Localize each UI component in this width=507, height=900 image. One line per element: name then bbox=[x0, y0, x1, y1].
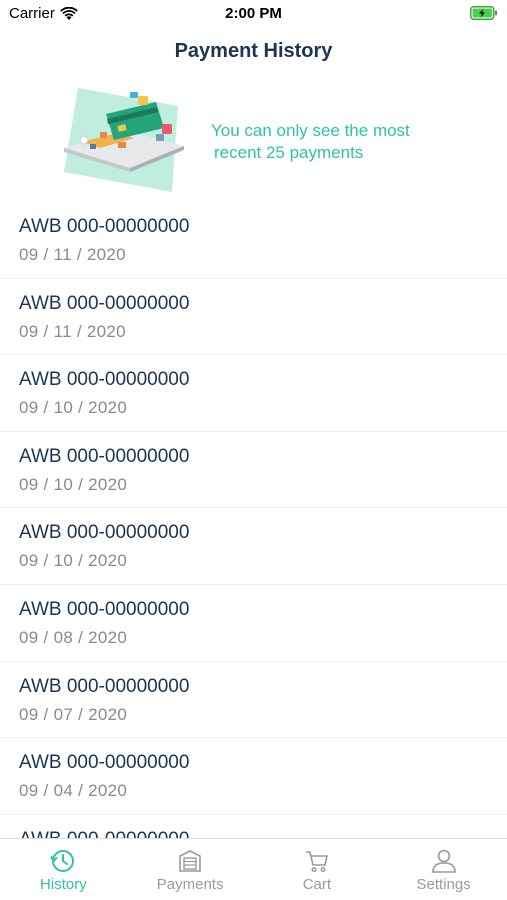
tab-settings[interactable]: Settings bbox=[380, 839, 507, 900]
awb-number: AWB 000-00000000 bbox=[19, 445, 190, 467]
person-icon bbox=[430, 847, 458, 875]
payment-row[interactable]: AWB 000-00000000 09 / 04 / 2020 bbox=[0, 738, 507, 815]
payment-limit-notice: You can only see the most recent 25 paym… bbox=[211, 120, 410, 164]
payment-date: 09 / 10 / 2020 bbox=[19, 474, 128, 494]
payment-date: 09 / 10 / 2020 bbox=[19, 551, 128, 571]
awb-number: AWB 000-00000000 bbox=[19, 522, 190, 544]
tab-history[interactable]: History bbox=[0, 839, 127, 900]
awb-number: AWB 000-00000000 bbox=[19, 216, 190, 237]
awb-number: AWB 000-00000000 bbox=[19, 292, 190, 314]
payment-date: 09 / 11 / 2020 bbox=[19, 245, 126, 264]
clock-icon bbox=[49, 847, 77, 875]
awb-number: AWB 000-00000000 bbox=[19, 369, 190, 391]
payment-row[interactable]: AWB 000-00000000 bbox=[0, 815, 507, 838]
payment-date: 09 / 04 / 2020 bbox=[19, 781, 128, 801]
awb-number: AWB 000-00000000 bbox=[19, 675, 190, 697]
tab-label: Payments bbox=[156, 876, 224, 893]
payment-date: 09 / 11 / 2020 bbox=[19, 321, 126, 341]
payment-date: 09 / 08 / 2020 bbox=[19, 627, 128, 647]
payment-row[interactable]: AWB 000-00000000 09 / 10 / 2020 bbox=[0, 355, 507, 432]
tab-cart[interactable]: Cart bbox=[254, 839, 381, 900]
bottom-tab-bar: History Payments Cart Settings bbox=[0, 838, 507, 900]
payment-illustration-icon bbox=[64, 88, 184, 192]
archive-box-icon bbox=[176, 847, 204, 875]
awb-number: AWB 000-00000000 bbox=[19, 598, 190, 620]
payment-history-list[interactable]: AWB 000-00000000 09 / 11 / 2020 AWB 000-… bbox=[0, 202, 507, 838]
status-bar: Carrier 2:00 PM bbox=[0, 0, 507, 28]
notice-line-1: You can only see the most bbox=[211, 121, 410, 140]
payment-date: 09 / 07 / 2020 bbox=[19, 704, 128, 724]
notice-line-2: recent 25 payments bbox=[214, 143, 364, 162]
payment-row[interactable]: AWB 000-00000000 09 / 08 / 2020 bbox=[0, 585, 507, 662]
awb-number: AWB 000-00000000 bbox=[19, 752, 190, 774]
cart-icon bbox=[303, 847, 331, 875]
payment-row[interactable]: AWB 000-00000000 09 / 07 / 2020 bbox=[0, 662, 507, 739]
page-title: Payment History bbox=[174, 40, 333, 62]
battery-charging-icon bbox=[470, 6, 497, 20]
payment-row[interactable]: AWB 000-00000000 09 / 11 / 2020 bbox=[0, 279, 507, 356]
payment-row[interactable]: AWB 000-00000000 09 / 11 / 2020 bbox=[0, 202, 507, 279]
tab-payments[interactable]: Payments bbox=[127, 839, 254, 900]
info-banner: You can only see the most recent 25 paym… bbox=[0, 84, 507, 196]
tab-label: Cart bbox=[302, 876, 332, 893]
payment-row[interactable]: AWB 000-00000000 09 / 10 / 2020 bbox=[0, 432, 507, 509]
tab-label: Settings bbox=[416, 876, 471, 893]
payment-date: 09 / 10 / 2020 bbox=[19, 398, 128, 418]
tab-label: History bbox=[40, 876, 87, 893]
payment-row[interactable]: AWB 000-00000000 09 / 10 / 2020 bbox=[0, 508, 507, 585]
awb-number: AWB 000-00000000 bbox=[19, 828, 507, 838]
clock-time: 2:00 PM bbox=[225, 5, 282, 22]
